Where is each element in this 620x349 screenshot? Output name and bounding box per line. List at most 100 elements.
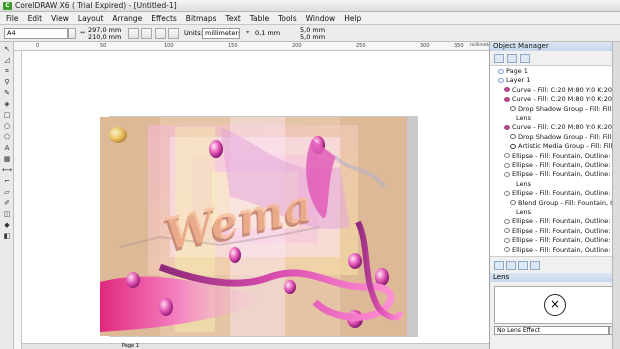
polygon-tool-icon[interactable]: ⬠ bbox=[2, 133, 12, 141]
tree-row[interactable]: Ellipse - Fill: Fountain, Outline: N bbox=[504, 170, 614, 180]
new-layer-icon[interactable] bbox=[494, 261, 504, 270]
menu-view[interactable]: View bbox=[51, 14, 69, 23]
tree-row-label: Ellipse - Fill: Fountain, Outline: N bbox=[512, 236, 614, 245]
object-manager-title: Object Manager bbox=[490, 42, 620, 51]
menu-help[interactable]: Help bbox=[344, 14, 361, 23]
units-select[interactable]: millimeters bbox=[202, 28, 240, 39]
tree-row[interactable]: Curve - Fill: C:20 M:80 Y:0 K:20, O bbox=[504, 86, 614, 96]
current-page-button[interactable] bbox=[168, 28, 179, 39]
page-icon bbox=[498, 68, 504, 74]
ruler-tick: 50 bbox=[100, 43, 107, 49]
tree-row[interactable]: Lens bbox=[516, 208, 531, 218]
tree-row[interactable]: Ellipse - Fill: Fountain, Outline: N bbox=[504, 152, 614, 162]
paper-size-select[interactable]: A4 bbox=[4, 28, 68, 39]
nudge-icon: ⌖ bbox=[246, 29, 250, 36]
ellipse-icon bbox=[504, 153, 510, 159]
blend-icon bbox=[510, 200, 516, 206]
menu-layout[interactable]: Layout bbox=[78, 14, 104, 23]
window-title: CorelDRAW X6 ( Trial Expired) - [Untitle… bbox=[15, 1, 177, 10]
pick-tool-icon[interactable]: ↖ bbox=[2, 45, 12, 53]
tree-row-label: Ellipse - Fill: Fountain, Outline: N bbox=[512, 170, 614, 179]
blend-tool-icon[interactable]: ▱ bbox=[2, 188, 12, 196]
tree-row[interactable]: Artistic Media Group - Fill: Fill bbox=[510, 142, 612, 152]
menu-text[interactable]: Text bbox=[226, 14, 241, 23]
ellipse-tool-icon[interactable]: ○ bbox=[2, 122, 12, 130]
table-tool-icon[interactable]: ▦ bbox=[2, 155, 12, 163]
artwork-group[interactable]: Wema Wema bbox=[100, 117, 407, 336]
nudge-distance-field[interactable]: 0,1 mm bbox=[255, 29, 280, 38]
menu-edit[interactable]: Edit bbox=[28, 14, 43, 23]
menu-file[interactable]: File bbox=[6, 14, 19, 23]
interactive-fill-tool-icon[interactable]: ◧ bbox=[2, 232, 12, 240]
dimension-tool-icon[interactable]: ⟷ bbox=[2, 166, 12, 174]
page-height-field[interactable]: 210,0 mm bbox=[88, 33, 121, 42]
layer-manager-icon[interactable] bbox=[507, 54, 517, 63]
brush-icon bbox=[510, 143, 516, 149]
lens-effect-select[interactable]: No Lens Effect bbox=[494, 326, 609, 335]
rectangle-tool-icon[interactable]: □ bbox=[2, 111, 12, 119]
tree-row[interactable]: Lens bbox=[516, 180, 531, 190]
page-dimensions-icon: ↔ bbox=[80, 29, 86, 36]
tree-row[interactable]: Curve - Fill: C:20 M:80 Y:0 K:20, O bbox=[504, 95, 614, 105]
ellipse-icon bbox=[504, 218, 510, 224]
tree-row[interactable]: Ellipse - Fill: Fountain, Outline: N bbox=[504, 236, 614, 246]
eyedropper-tool-icon[interactable]: ✐ bbox=[2, 199, 12, 207]
tree-row-label: Ellipse - Fill: Fountain, Outline: N bbox=[512, 161, 614, 169]
menu-bitmaps[interactable]: Bitmaps bbox=[186, 14, 217, 23]
smart-fill-tool-icon[interactable]: ◈ bbox=[2, 100, 12, 108]
layer-view-icon[interactable] bbox=[520, 54, 530, 63]
docker-tabs-strip[interactable] bbox=[612, 42, 620, 349]
tree-row-label: Layer 1 bbox=[506, 76, 531, 85]
fill-tool-icon[interactable]: ◆ bbox=[2, 221, 12, 229]
landscape-button[interactable] bbox=[141, 28, 152, 39]
tab-page-1[interactable]: Page 1 bbox=[122, 343, 139, 349]
freehand-tool-icon[interactable]: ✎ bbox=[2, 89, 12, 97]
new-master-layer-all-icon[interactable] bbox=[518, 261, 528, 270]
outline-tool-icon[interactable]: ◫ bbox=[2, 210, 12, 218]
zoom-tool-icon[interactable]: ⚲ bbox=[2, 78, 12, 86]
shape-tool-icon[interactable]: ◿ bbox=[2, 56, 12, 64]
tree-row[interactable]: Curve - Fill: C:20 M:80 Y:0 K:20, O bbox=[504, 123, 614, 133]
all-pages-button[interactable] bbox=[155, 28, 166, 39]
horizontal-ruler[interactable]: 0 50 100 150 200 250 300 350 millimeters bbox=[14, 42, 495, 51]
tree-row[interactable]: Ellipse - Fill: Fountain, Outline: N bbox=[504, 217, 614, 227]
vertical-ruler[interactable] bbox=[14, 51, 22, 349]
tree-row-label: Ellipse - Fill: Fountain, Outline: N bbox=[512, 217, 614, 226]
connector-tool-icon[interactable]: ⌐ bbox=[2, 177, 12, 185]
tree-row-label: Curve - Fill: C:20 M:80 Y:0 K:20, O bbox=[512, 95, 614, 104]
duplicate-distance-y-field[interactable]: 5,0 mm bbox=[300, 33, 325, 42]
tree-row[interactable]: Ellipse - Fill: Fountain, Outline: N bbox=[504, 246, 614, 255]
tree-row[interactable]: Page 1 bbox=[498, 67, 528, 77]
tree-row[interactable]: Lens bbox=[516, 114, 531, 124]
tree-row[interactable]: Blend Group - Fill: Fountain, Co bbox=[510, 199, 614, 209]
title-bar: C CorelDRAW X6 ( Trial Expired) - [Untit… bbox=[0, 0, 620, 12]
menu-table[interactable]: Table bbox=[250, 14, 269, 23]
ruler-tick: 350 bbox=[454, 43, 464, 49]
tree-row[interactable]: Ellipse - Fill: Fountain, Outline: N bbox=[504, 189, 614, 199]
menu-window[interactable]: Window bbox=[306, 14, 336, 23]
delete-icon[interactable] bbox=[530, 261, 540, 270]
new-master-layer-icon[interactable] bbox=[506, 261, 516, 270]
object-properties-icon[interactable] bbox=[494, 54, 504, 63]
ellipse-icon bbox=[504, 162, 510, 168]
object-manager-panel: Object Manager Page 1 Layer 1 Curve - Fill… bbox=[489, 42, 620, 273]
menu-arrange[interactable]: Arrange bbox=[112, 14, 142, 23]
text-tool-icon[interactable]: A bbox=[2, 144, 12, 152]
tree-row[interactable]: Layer 1 bbox=[498, 76, 530, 86]
crop-tool-icon[interactable]: ⌗ bbox=[2, 67, 12, 75]
tree-row[interactable]: Drop Shadow Group - Fill: Fill bbox=[510, 133, 611, 143]
lens-docker: Lens × No Lens Effect ▾ bbox=[489, 273, 620, 349]
menu-tools[interactable]: Tools bbox=[278, 14, 296, 23]
tree-row-label: Curve - Fill: C:20 M:80 Y:0 K:20, O bbox=[512, 85, 614, 94]
portrait-button[interactable] bbox=[128, 28, 139, 39]
chevron-down-icon[interactable] bbox=[68, 28, 76, 39]
menu-effects[interactable]: Effects bbox=[151, 14, 177, 23]
object-tree[interactable]: Page 1 Layer 1 Curve - Fill: C:20 M:80 Y:0… bbox=[490, 67, 614, 255]
tree-row-label: Ellipse - Fill: Fountain, Outline: N bbox=[512, 226, 614, 235]
tree-row[interactable]: Drop Shadow Group - Fill: Fill bbox=[510, 105, 611, 115]
tree-row-label: Lens bbox=[516, 208, 532, 216]
no-lens-icon: × bbox=[544, 294, 566, 316]
units-label: Units: bbox=[184, 29, 203, 37]
tree-row[interactable]: Ellipse - Fill: Fountain, Outline: N bbox=[504, 161, 614, 171]
tree-row[interactable]: Ellipse - Fill: Fountain, Outline: N bbox=[504, 227, 614, 237]
